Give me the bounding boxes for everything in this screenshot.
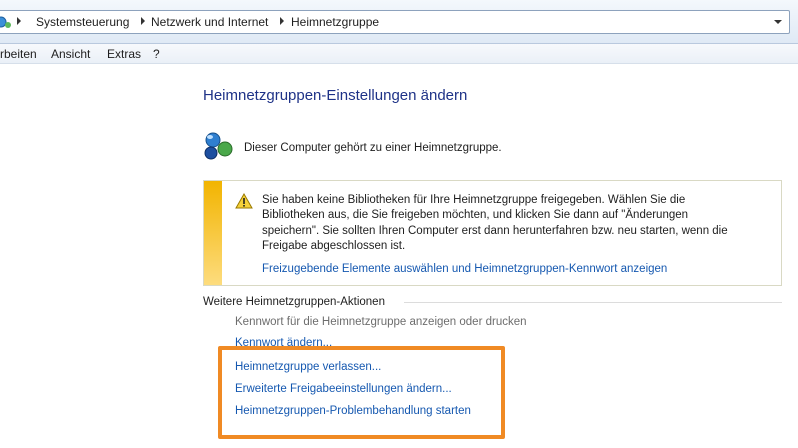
choose-items-link[interactable]: Freizugebende Elemente auswählen und Hei…: [262, 263, 667, 275]
page-title: Heimnetzgruppen-Einstellungen ändern: [203, 87, 468, 104]
section-title: Weitere Heimnetzgruppen-Aktionen: [203, 296, 385, 308]
chevron-right-icon[interactable]: [17, 17, 21, 25]
warning-accent-strip: [204, 181, 222, 285]
menu-item-extras[interactable]: Extras: [107, 47, 141, 61]
menu-item-help[interactable]: ?: [153, 47, 160, 61]
breadcrumb-item-netzwerk[interactable]: Netzwerk und Internet: [151, 15, 268, 29]
homegroup-status-text: Dieser Computer gehört zu einer Heimnetz…: [244, 142, 502, 154]
menu-item-ansicht[interactable]: Ansicht: [51, 47, 90, 61]
chevron-right-icon[interactable]: [280, 17, 284, 25]
network-globe-icon: [0, 16, 11, 28]
warning-panel: Sie haben keine Bibliotheken für Ihre He…: [203, 180, 782, 286]
homegroup-icon: [204, 132, 233, 160]
leave-homegroup-link[interactable]: Heimnetzgruppe verlassen...: [235, 361, 381, 373]
address-dropdown-button[interactable]: [767, 11, 789, 33]
address-bar: Systemsteuerung Netzwerk und Internet He…: [0, 0, 798, 44]
breadcrumb-item-heimnetzgruppe[interactable]: Heimnetzgruppe: [291, 15, 379, 29]
menu-item-bearbeiten[interactable]: rbeiten: [0, 47, 37, 61]
warning-message: Sie haben keine Bibliotheken für Ihre He…: [262, 194, 728, 253]
breadcrumb-item-systemsteuerung[interactable]: Systemsteuerung: [36, 15, 129, 29]
section-divider: [404, 302, 782, 303]
breadcrumb[interactable]: Systemsteuerung Netzwerk und Internet He…: [0, 10, 790, 34]
homegroup-troubleshooter-link[interactable]: Heimnetzgruppen-Problembehandlung starte…: [235, 405, 471, 417]
warning-icon: [235, 193, 253, 209]
advanced-sharing-settings-link[interactable]: Erweiterte Freigabeeinstellungen ändern.…: [235, 383, 452, 395]
menu-bar: rbeiten Ansicht Extras ?: [0, 44, 798, 64]
chevron-right-icon[interactable]: [141, 17, 145, 25]
view-print-password-action: Kennwort für die Heimnetzgruppe anzeigen…: [235, 316, 527, 328]
